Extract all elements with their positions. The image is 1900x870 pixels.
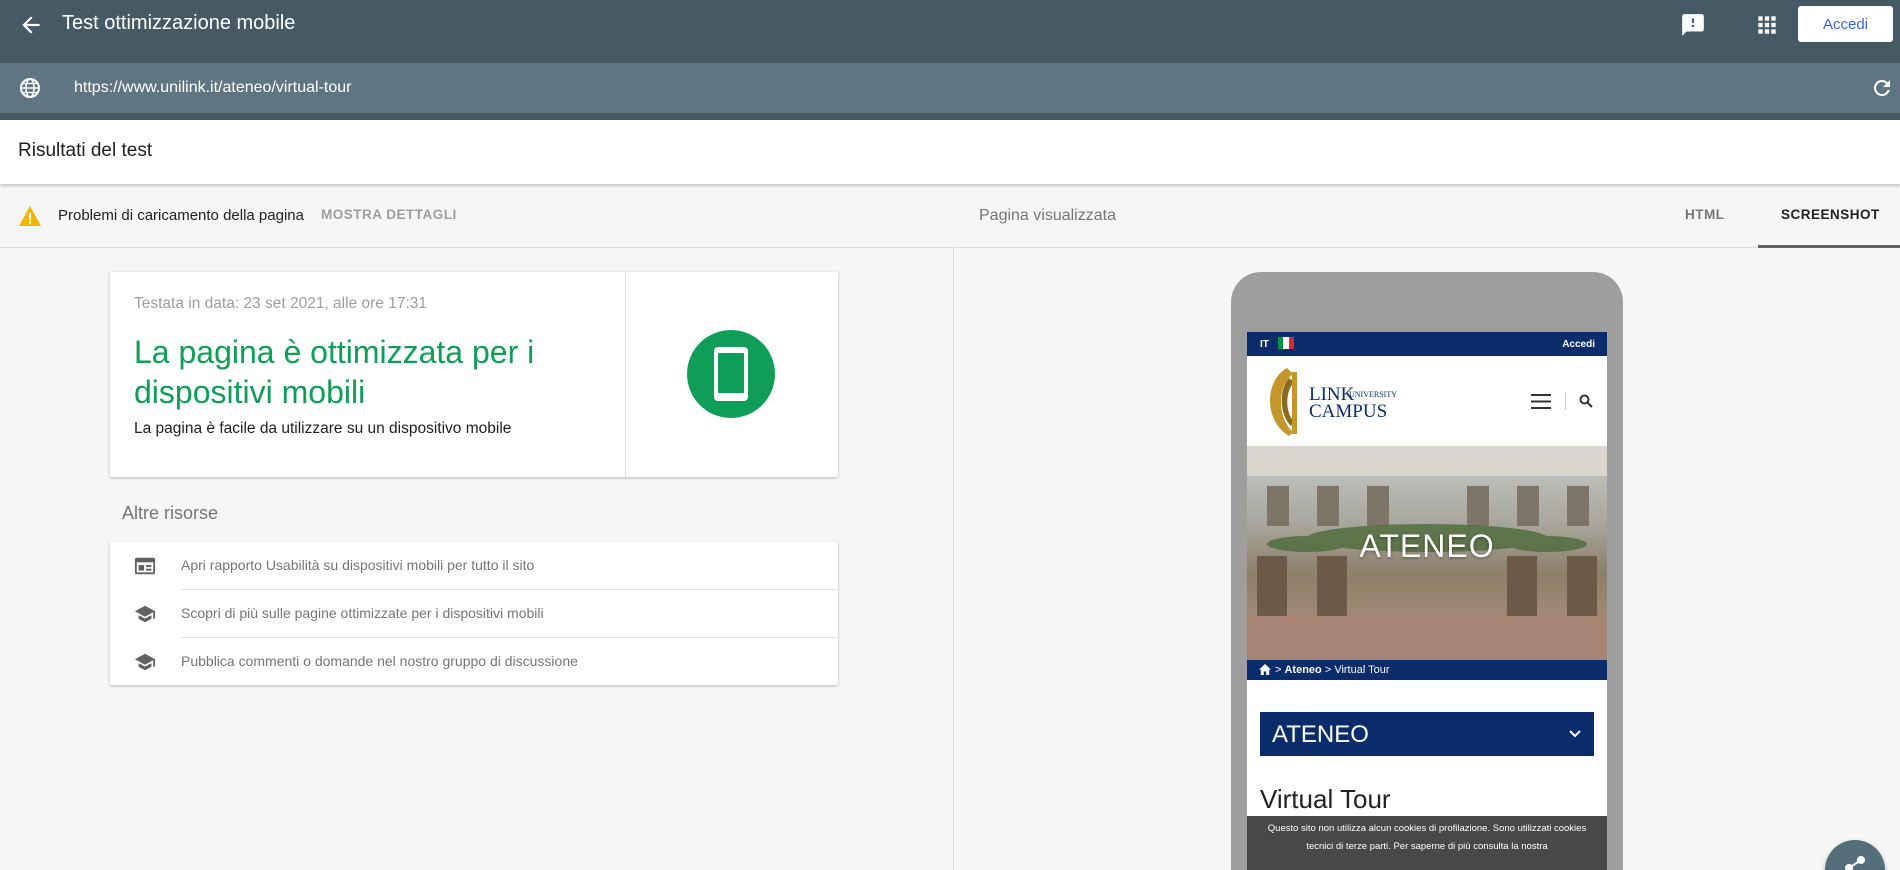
rendered-page-label: Pagina visualizzata <box>979 207 1116 224</box>
resource-usability-report[interactable]: Apri rapporto Usabilità su dispositivi m… <box>110 542 838 589</box>
share-button[interactable] <box>1825 840 1885 870</box>
link-campus-logo: UNIVERSITY LINK CAMPUS <box>1259 362 1409 442</box>
app-title: Test ottimizzazione mobile <box>62 12 296 34</box>
phone-frame: IT Accedi UNIVERSITY LINK CAMPUS ATENEO … <box>1231 272 1623 870</box>
reload-icon[interactable] <box>1870 76 1894 100</box>
tested-date: Testata in data: 23 set 2021, alle ore 1… <box>134 295 427 312</box>
hero-image: ATENEO <box>1247 446 1607 660</box>
show-details-button[interactable]: MOSTRA DETTAGLI <box>321 207 457 222</box>
tab-screenshot[interactable]: SCREENSHOT <box>1781 207 1880 222</box>
title-row: Test ottimizzazione mobile Accedi <box>0 0 1900 50</box>
tab-html[interactable]: HTML <box>1685 207 1725 222</box>
other-resources-title: Altre risorse <box>122 503 219 523</box>
logo-campus: CAMPUS <box>1309 401 1388 422</box>
mobile-breadcrumb: > Ateneo > Virtual Tour <box>1247 660 1607 680</box>
breadcrumb-separator: > <box>1321 664 1335 676</box>
report-icon <box>134 555 156 577</box>
school-icon <box>134 603 156 625</box>
results-header: Risultati del test <box>0 120 1900 184</box>
cookie-banner: Questo sito non utilizza alcun cookies d… <box>1247 816 1607 870</box>
verdict-card: Testata in data: 23 set 2021, alle ore 1… <box>110 272 838 477</box>
mobile-login-link: Accedi <box>1562 339 1595 350</box>
active-tab-indicator <box>1758 245 1900 248</box>
breadcrumb-text: > Ateneo > Virtual Tour <box>1275 664 1390 676</box>
search-icon <box>1579 394 1593 408</box>
card-divider <box>625 272 626 477</box>
divider <box>1565 392 1566 410</box>
other-resources-list: Apri rapporto Usabilità su dispositivi m… <box>110 542 838 685</box>
mobile-screenshot: IT Accedi UNIVERSITY LINK CAMPUS ATENEO … <box>1247 332 1607 870</box>
top-app-bar: Test ottimizzazione mobile Accedi <box>0 0 1900 120</box>
feedback-icon[interactable] <box>1680 12 1706 38</box>
breadcrumb-ateneo: Ateneo <box>1284 664 1322 676</box>
hero-title: ATENEO <box>1359 528 1495 564</box>
back-arrow-icon[interactable] <box>18 12 44 38</box>
page-loading-issues-bar: Problemi di caricamento della pagina MOS… <box>0 185 954 248</box>
resource-label: Scopri di più sulle pagine ottimizzate p… <box>181 605 544 621</box>
issues-text: Problemi di caricamento della pagina <box>58 207 304 224</box>
logo-wordmark: LINK CAMPUS <box>1309 385 1388 422</box>
url-bar <box>0 63 1900 113</box>
results-panel: Problemi di caricamento della pagina MOS… <box>0 185 954 870</box>
resource-learn-more[interactable]: Scopri di più sulle pagine ottimizzate p… <box>110 590 838 637</box>
preview-panel: Pagina visualizzata HTML SCREENSHOT IT A… <box>955 185 1900 870</box>
url-input[interactable] <box>74 76 1774 100</box>
breadcrumb-current: Virtual Tour <box>1334 664 1390 676</box>
mobile-top-bar: IT Accedi <box>1247 332 1607 356</box>
resource-discussion-group[interactable]: Pubblica commenti o domande nel nostro g… <box>110 638 838 685</box>
resource-label: Apri rapporto Usabilità su dispositivi m… <box>181 557 535 573</box>
verdict-heading: La pagina è ottimizzata per i dispositiv… <box>134 334 535 410</box>
mobile-section-dropdown: ATENEO <box>1260 712 1594 756</box>
results-title: Risultati del test <box>18 140 153 161</box>
apps-grid-icon[interactable] <box>1754 12 1780 38</box>
sign-in-button[interactable]: Accedi <box>1798 6 1893 42</box>
resource-label: Pubblica commenti o domande nel nostro g… <box>181 653 578 669</box>
menu-icon <box>1531 394 1551 409</box>
chevron-down-icon <box>1568 727 1582 741</box>
dropdown-label: ATENEO <box>1272 721 1369 748</box>
warning-icon <box>18 205 42 227</box>
mobile-page-heading: Virtual Tour <box>1260 784 1391 814</box>
home-icon <box>1259 664 1271 675</box>
school-icon <box>134 651 156 673</box>
italy-flag-icon <box>1278 337 1294 349</box>
mobile-site-header: UNIVERSITY LINK CAMPUS <box>1247 356 1607 446</box>
mobile-friendly-phone-icon <box>687 330 775 418</box>
verdict-subtext: La pagina è facile da utilizzare su un d… <box>134 420 512 437</box>
preview-tabs-bar: Pagina visualizzata HTML SCREENSHOT <box>955 185 1900 248</box>
language-label: IT <box>1260 339 1269 350</box>
globe-icon <box>18 76 42 100</box>
